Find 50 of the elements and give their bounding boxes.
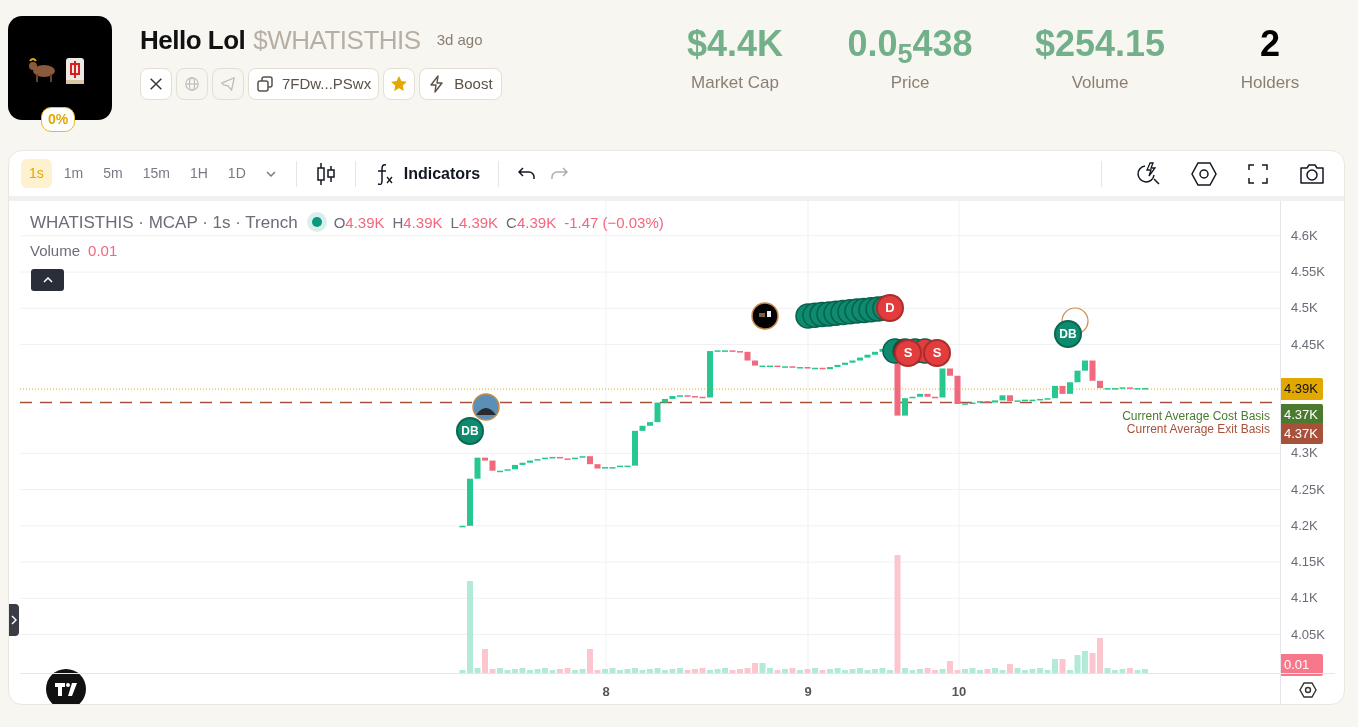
axis-label: 8 [602,683,610,701]
chart-title: WHATISTHIS · MCAP · 1s · Trench [30,213,298,232]
axis-label: 4.55K [1291,263,1325,282]
price-change: -1.47 (−0.03%) [564,214,664,231]
trade-marker: DB [1054,320,1082,348]
boost-button[interactable]: Boost [419,68,502,100]
stat-label: Volume [1070,71,1130,94]
indicators-button[interactable]: Indicators [367,157,487,190]
axis-label: 4.15K [1291,553,1325,572]
ohlc-value: H4.39K [392,214,443,231]
timeframe-tab[interactable]: 15m [134,159,178,188]
stat-value: $4.4K [685,24,785,64]
price-tag: 4.39K [1281,378,1323,400]
timeframe-tab[interactable]: 1H [181,159,216,188]
stat-label: Price [889,71,931,94]
price-line-label: Current Average Cost Basis [1122,407,1270,424]
axis-label: 4.6K [1291,227,1318,246]
timeframe-tab[interactable]: 1D [219,159,254,188]
timeframe-tab[interactable]: 5m [95,159,131,188]
trade-marker: S [923,339,951,367]
price-tag: 4.37K [1281,403,1323,426]
stat-value: 2 [1259,24,1281,64]
axis-label: 4.5K [1291,299,1318,318]
copy-address-button[interactable]: 7FDw...PSwx [248,68,380,100]
stat-label: Market Cap [690,71,780,94]
stat-value: 0.0$_{5}$438 [846,24,974,64]
timeframe-tab[interactable]: 1m [55,159,92,188]
ohlc-value: L4.39K [450,214,499,231]
token-ticker: $WHATISTHIS [253,23,421,57]
volume-value: 0.01 [88,242,118,259]
axis-label: 4.25K [1291,480,1325,499]
volume-label: Volume [30,242,81,259]
axis-label: 10 [951,683,967,701]
token-name: Hello Lol [140,23,246,57]
ohlc-value: O4.39K [333,214,385,231]
axis-label: 4.3K [1291,444,1318,463]
ohlc-value: C4.39K [506,214,557,231]
stat-value: $254.15 [1033,24,1167,64]
price-tag: 0.01 [1281,654,1323,676]
axis-label: 9 [804,683,812,701]
trade-marker: DB [456,417,484,445]
axis-label: 4.05K [1291,625,1325,644]
trade-marker: D [876,294,904,322]
token-age: 3d ago [436,29,483,50]
axis-label: 4.2K [1291,517,1318,536]
axis-label: 4.45K [1291,335,1325,354]
progress-badge: 0% [41,107,76,132]
price-tag: 4.37K [1281,422,1323,445]
axis-label: 4.1K [1291,589,1318,608]
stat-label: Holders [1239,71,1301,94]
